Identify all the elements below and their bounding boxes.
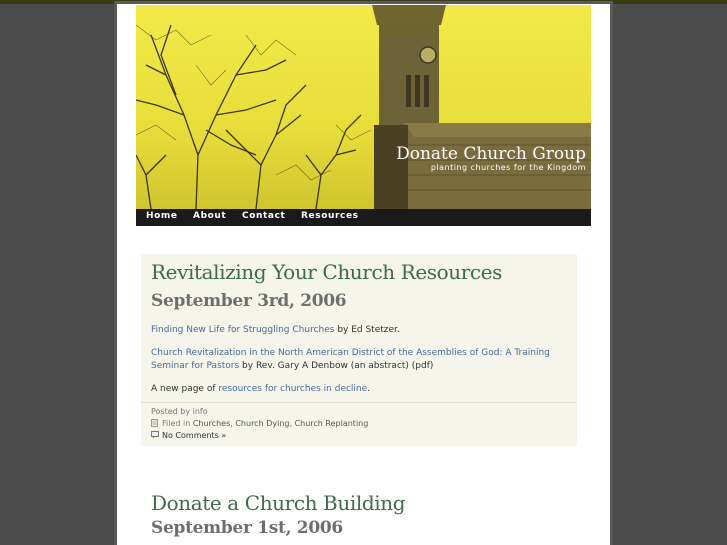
entry-text: . (367, 384, 371, 394)
document-icon (151, 419, 158, 427)
entry-paragraph-3: A new page of resources for churches in … (151, 383, 370, 396)
church-header-image (136, 5, 591, 209)
main-navigation: Home About Contact Resources (136, 209, 591, 226)
posted-by: Posted by info (151, 407, 208, 416)
post-title[interactable]: Donate a Church Building (151, 491, 406, 515)
entry-text: by Ed Stetzer. (334, 325, 400, 335)
comments-meta: No Comments » (151, 431, 226, 440)
category-link-church-dying[interactable]: Church Dying (235, 419, 289, 428)
nav-home[interactable]: Home (146, 211, 178, 221)
comment-icon (151, 431, 159, 439)
nav-contact[interactable]: Contact (242, 211, 285, 221)
entry-link-finding-new-life[interactable]: Finding New Life for Struggling Churches (151, 325, 334, 335)
nav-resources[interactable]: Resources (301, 211, 359, 221)
nav-about[interactable]: About (193, 211, 226, 221)
filed-in-label: Filed in (162, 419, 193, 428)
category-link-churches[interactable]: Churches (193, 419, 230, 428)
entry-link-line2[interactable]: Seminar for Pastors (151, 361, 239, 371)
post-meta-divider (141, 402, 576, 403)
entry-paragraph-2: Church Revitalization in the North Ameri… (151, 347, 571, 373)
site-title[interactable]: Donate Church Group (396, 144, 586, 164)
post-date: September 1st, 2006 (151, 518, 343, 538)
site-header: Donate Church Group planting churches fo… (136, 5, 591, 209)
entry-link-resources-decline[interactable]: resources for churches in decline (218, 384, 367, 394)
filed-in: Filed in Churches, Church Dying, Church … (151, 419, 368, 428)
entry-paragraph-1: Finding New Life for Struggling Churches… (151, 324, 400, 337)
post-date: September 3rd, 2006 (151, 291, 347, 311)
site-tagline: planting churches for the Kingdom (430, 163, 586, 172)
entry-link-line1[interactable]: Church Revitalization in the North Ameri… (151, 348, 550, 358)
entry-text: by Rev. Gary A Denbow (an abstract) (pdf… (239, 361, 434, 371)
entry-text: A new page of (151, 384, 219, 394)
comments-link[interactable]: No Comments » (162, 431, 226, 440)
post-title[interactable]: Revitalizing Your Church Resources (151, 260, 502, 284)
category-link-church-replanting[interactable]: Church Replanting (295, 419, 369, 428)
